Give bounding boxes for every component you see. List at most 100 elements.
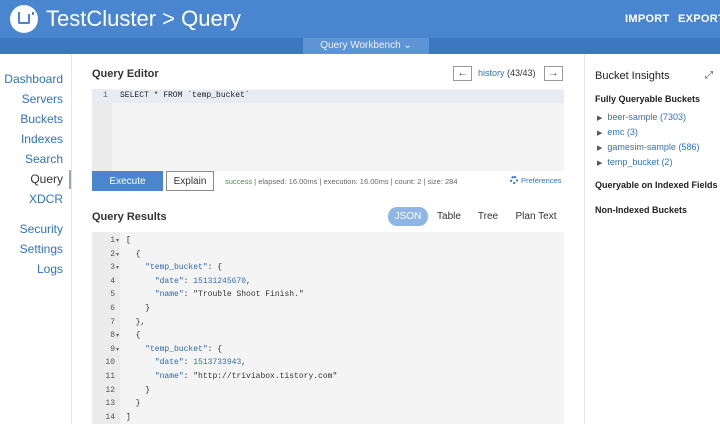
query-results-json[interactable]: 1 ▾[2 ▾ {3 ▾ "temp_bucket": {4 "date": 1513… [92,232,564,424]
result-line: 3 ▾ "temp_bucket": { [92,261,564,275]
preferences-label: Preferences [521,176,562,185]
fold-toggle-icon[interactable]: ▾ [116,261,119,275]
result-line: 10 "date": 1513733943, [92,356,564,370]
sidebar-item-buckets[interactable]: Buckets [20,112,63,126]
query-workbench-dropdown[interactable]: Query Workbench ⌄ [303,38,429,54]
result-line-number: 6 [110,304,115,313]
result-line-number: 2 [110,249,115,259]
bucket-name: beer-sample [607,112,658,122]
bucket-item-gamesim-sample[interactable]: ▶ gamesim-sample (586) [597,142,699,152]
sidebar-item-logs[interactable]: Logs [37,262,63,276]
tab-table[interactable]: Table [432,207,466,226]
caret-right-icon: ▶ [597,115,603,122]
result-line: 6 } [92,302,564,316]
history-indicator: history (43/43) [478,68,536,78]
top-header: TestCluster > Query IMPORT EXPORT [0,0,720,38]
execute-button[interactable]: Execute [92,171,163,191]
sidebar-item-query[interactable]: Query [30,172,63,186]
result-line-number: 10 [105,358,115,368]
result-line-number: 11 [105,372,115,381]
result-code: { [126,249,141,259]
bucket-name: emc [607,127,625,137]
result-line: 4 "date": 15131245670, [92,275,564,289]
result-line: 1 ▾ [ [92,234,564,248]
query-workbench-main: Query Editor ← history (43/43) → 1 SELEC… [72,54,584,424]
caret-right-icon: ▶ [597,160,603,167]
result-line-number: 5 [110,290,115,300]
result-code: "name": "Trouble Shoot Finish." [154,290,304,300]
caret-right-icon: ▶ [597,145,603,152]
bucket-count: (3) [626,127,638,137]
tab-plan-text[interactable]: Plan Text [510,207,562,226]
sidebar-item-settings[interactable]: Settings [20,242,63,256]
query-text[interactable]: SELECT * FROM `temp_bucket` [120,91,250,100]
bucket-item-temp-bucket[interactable]: ▶ temp_bucket (2) [597,157,672,167]
fold-toggle-icon[interactable]: ▾ [116,343,119,357]
expand-icon[interactable]: ⤢ [705,70,713,81]
result-code: "temp_bucket": { [145,344,223,354]
indexed-fields-heading: Queryable on Indexed Fields [595,180,718,190]
result-line: 2 ▾ { [92,248,564,262]
query-editor-title: Query Editor [92,68,159,80]
history-count: (43/43) [507,68,536,78]
bucket-count: (586) [678,142,700,152]
export-button[interactable]: EXPORT [678,13,720,25]
result-line: 13 } [92,397,564,411]
result-line-number: 12 [105,385,115,395]
bucket-name: temp_bucket [607,157,659,167]
query-editor-input[interactable]: 1 SELECT * FROM `temp_bucket` [92,89,564,171]
explain-button[interactable]: Explain [166,171,214,191]
sidebar-item-search[interactable]: Search [25,152,63,166]
result-line: 8 ▾ { [92,329,564,343]
bucket-name: gamesim-sample [607,142,676,152]
caret-right-icon: ▶ [597,130,603,137]
tab-tree[interactable]: Tree [472,207,504,226]
result-line: 12 } [92,384,564,398]
bucket-count: (2) [661,157,673,167]
history-link[interactable]: history [478,68,505,78]
fold-toggle-icon[interactable]: ▾ [116,248,119,262]
tab-json[interactable]: JSON [388,207,428,226]
result-code: "date": 15131245670, [154,276,251,286]
result-code: } [126,304,151,313]
bucket-insights-panel: Bucket Insights ⤢ Fully Queryable Bucket… [585,54,720,424]
bucket-item-beer-sample[interactable]: ▶ beer-sample (7303) [597,112,686,122]
fully-queryable-heading: Fully Queryable Buckets [595,94,701,104]
bucket-item-emc[interactable]: ▶ emc (3) [597,127,638,137]
result-code: } [126,399,141,409]
query-results-title: Query Results [92,211,167,223]
result-line: 7 }, [92,316,564,330]
history-back-button[interactable]: ← [453,66,472,81]
fold-toggle-icon[interactable]: ▾ [116,234,119,248]
result-code: "temp_bucket": { [145,263,223,273]
result-line-number: 3 [110,263,115,273]
bucket-insights-title: Bucket Insights [595,70,670,82]
sidebar-item-security[interactable]: Security [20,222,63,236]
result-line: 14] [92,411,564,425]
result-code: } [126,385,151,395]
result-code: ] [126,412,131,422]
sidebar-item-indexes[interactable]: Indexes [21,132,63,146]
preferences-link[interactable]: Preferences [510,176,561,185]
result-code: { [126,331,141,341]
result-line: 11 "name": "http://triviabox.tistory.com… [92,370,564,384]
result-line-number: 9 [110,344,115,354]
result-code: }, [126,317,146,327]
sidebar: Dashboard Servers Buckets Indexes Search… [0,54,70,424]
result-line: 5 "name": "Trouble Shoot Finish." [92,288,564,302]
couchbase-logo-icon[interactable] [10,5,38,33]
fold-toggle-icon[interactable]: ▾ [116,329,119,343]
result-code: "date": 1513733943, [154,358,247,368]
status-metrics: | elapsed: 16.00ms | execution: 16.00ms … [252,177,458,186]
sub-navigation-bar: Query Workbench ⌄ [0,38,720,54]
non-indexed-heading: Non-Indexed Buckets [595,205,688,215]
result-line-number: 4 [110,276,115,286]
sidebar-item-servers[interactable]: Servers [22,92,63,106]
sidebar-item-xdcr[interactable]: XDCR [29,192,63,206]
import-button[interactable]: IMPORT [625,13,670,25]
result-line-number: 7 [110,317,115,327]
sidebar-item-dashboard[interactable]: Dashboard [4,72,63,86]
result-line-number: 8 [110,331,115,341]
history-forward-button[interactable]: → [544,66,563,81]
result-line-number: 13 [105,399,115,409]
